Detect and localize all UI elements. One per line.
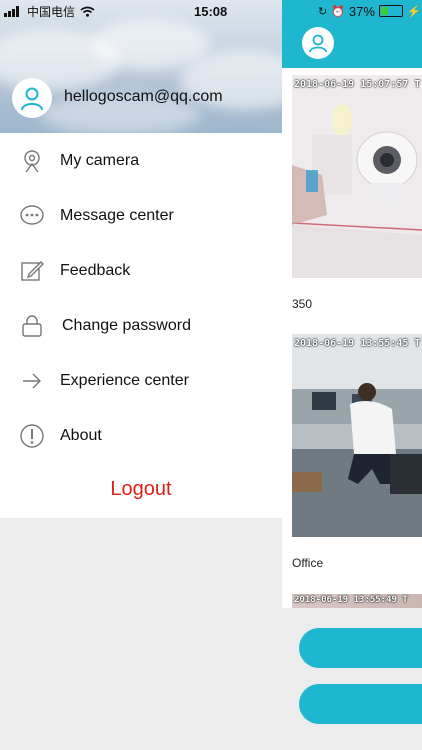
- user-email: hellogoscam@qq.com: [64, 88, 223, 105]
- menu-item-message-center[interactable]: Message center: [0, 188, 282, 243]
- camera-thumbnail[interactable]: 2018-06-19 13:55:49 T: [292, 594, 422, 608]
- message-icon: [19, 203, 45, 229]
- action-button[interactable]: [299, 628, 422, 668]
- lock-icon: [19, 313, 45, 339]
- camera-snapshot: [292, 75, 422, 278]
- clock: 15:08: [194, 3, 228, 19]
- camera-snapshot: [292, 334, 422, 537]
- user-icon: [21, 87, 43, 111]
- status-bar-left: 中国电信 15:08: [4, 0, 282, 22]
- menu-item-change-password[interactable]: Change password: [0, 298, 282, 353]
- charging-icon: ⚡: [406, 5, 421, 18]
- thumbnail-timestamp: 2018-06-19 15:07:57 T: [294, 79, 421, 90]
- menu-item-experience-center[interactable]: Experience center: [0, 353, 282, 408]
- menu-item-my-camera[interactable]: My camera: [0, 133, 282, 188]
- camera-name: 350: [292, 297, 313, 311]
- action-panel: [282, 608, 422, 750]
- drawer-backdrop: [0, 518, 282, 750]
- menu-item-feedback[interactable]: Feedback: [0, 243, 282, 298]
- camera-thumbnail[interactable]: 2018-06-19 15:07:57 T: [292, 75, 422, 278]
- camera-list-page: ↻ ⏰ 37% ⚡ 2018-06-19 15:07:57 T 350 2018…: [282, 0, 422, 750]
- menu-item-label: Message center: [60, 206, 174, 224]
- menu-item-label: Experience center: [60, 371, 189, 389]
- menu-item-label: Change password: [62, 316, 191, 334]
- alarm-icon: ⏰: [331, 5, 345, 18]
- battery-percent: 37%: [348, 3, 375, 19]
- rotation-lock-icon: ↻: [318, 5, 328, 18]
- carrier-name: 中国电信: [27, 4, 76, 19]
- status-bar-right: ↻ ⏰ 37% ⚡: [282, 0, 422, 22]
- thumbnail-timestamp: 2018-06-19 13:55:49 T: [294, 595, 408, 605]
- drawer-header: 中国电信 15:08 hellogoscam@qq.com: [0, 0, 282, 133]
- camera-name: Office: [292, 556, 324, 570]
- battery-icon: [378, 5, 403, 17]
- action-button[interactable]: [299, 684, 422, 724]
- thumbnail-timestamp: 2018-06-19 13:55:45 T: [294, 338, 421, 349]
- camera-thumbnail[interactable]: 2018-06-19 13:55:45 T: [292, 334, 422, 537]
- signal-icon: [4, 5, 19, 17]
- menu-item-label: My camera: [60, 151, 140, 169]
- info-icon: [19, 423, 45, 449]
- arrow-right-icon: [19, 368, 45, 394]
- menu-item-label: About: [60, 426, 102, 444]
- avatar[interactable]: [12, 78, 52, 118]
- menu-item-label: Feedback: [60, 261, 131, 279]
- wifi-icon: [80, 6, 95, 17]
- drawer-menu: My camera Message center Feedback Change…: [0, 133, 282, 463]
- top-bar: ↻ ⏰ 37% ⚡: [282, 0, 422, 68]
- menu-item-about[interactable]: About: [0, 408, 282, 463]
- side-drawer: 中国电信 15:08 hellogoscam@qq.com My camera: [0, 0, 282, 518]
- feedback-icon: [19, 258, 45, 284]
- profile-button[interactable]: [302, 27, 334, 59]
- camera-icon: [19, 148, 45, 174]
- logout-button[interactable]: Logout: [0, 478, 282, 501]
- user-icon: [309, 34, 327, 53]
